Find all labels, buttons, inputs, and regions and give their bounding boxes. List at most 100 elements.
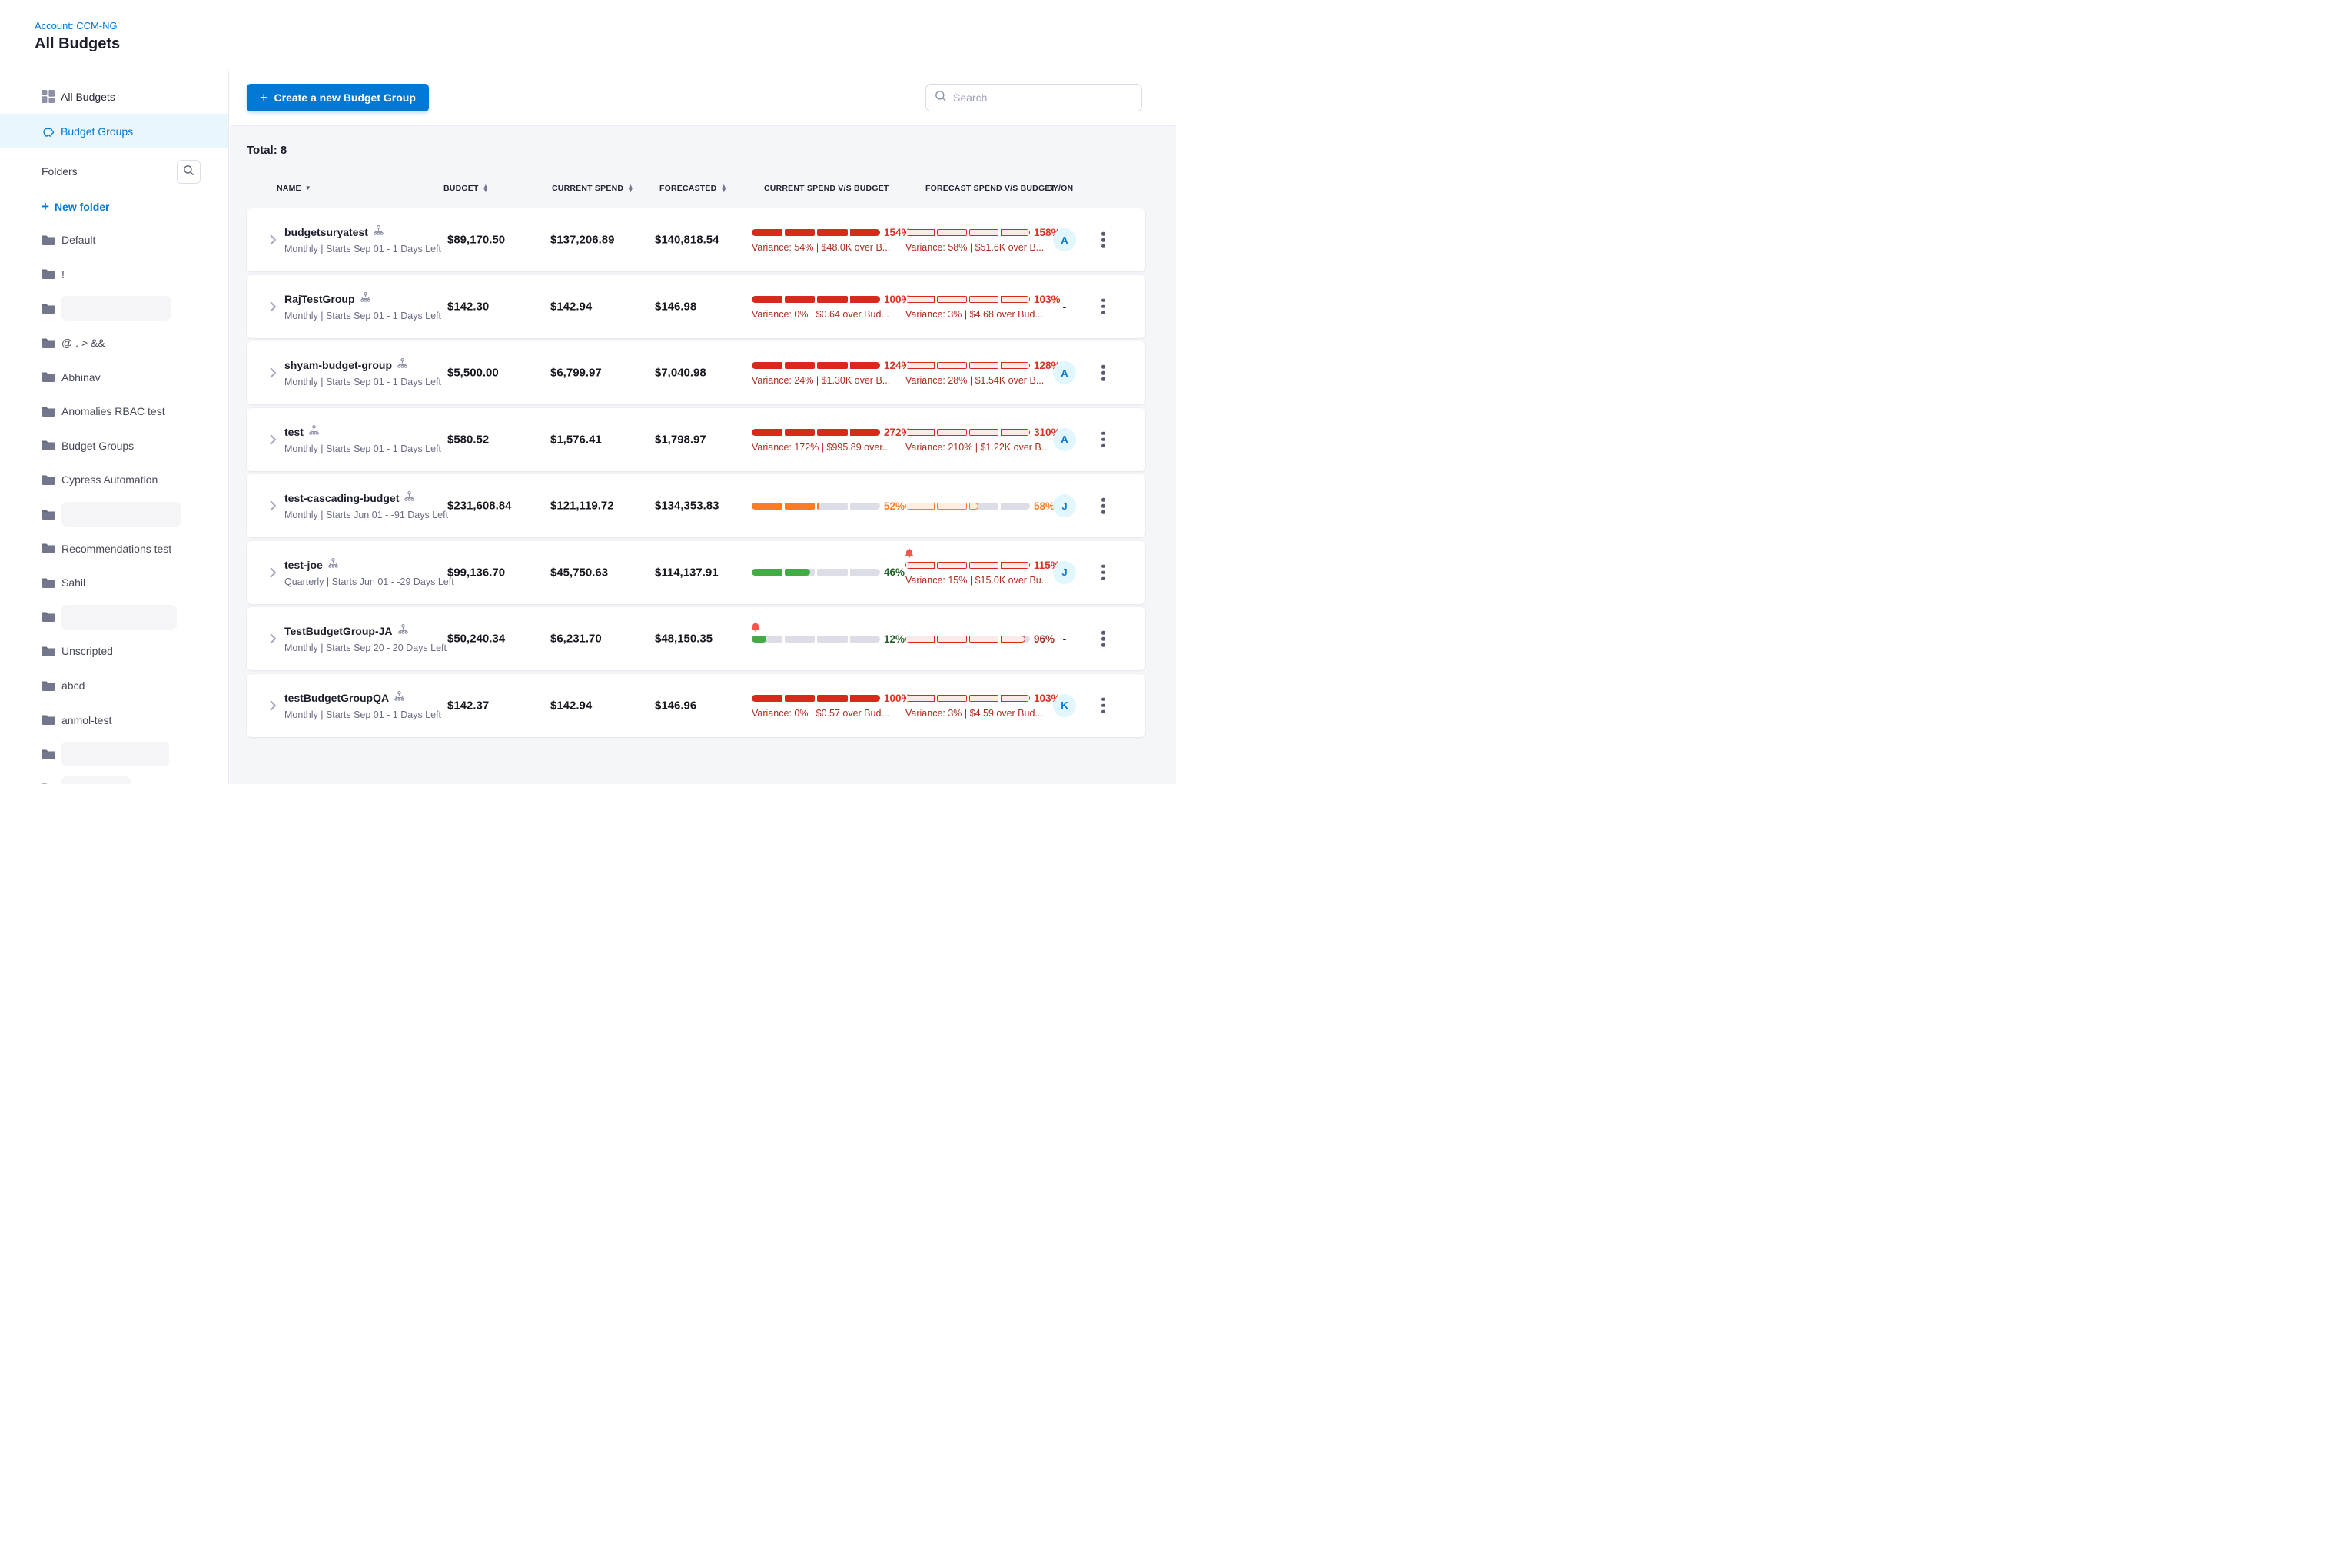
table-row[interactable]: testBudgetGroupQA Monthly | Starts Sep 0…	[247, 674, 1145, 737]
table-row[interactable]: test Monthly | Starts Sep 01 - 1 Days Le…	[247, 408, 1145, 471]
budget-group-name[interactable]: test-joe	[284, 559, 323, 571]
expand-chevron-icon[interactable]	[270, 700, 277, 711]
current-spend-value: $6,231.70	[550, 633, 602, 646]
column-header-budget[interactable]: BUDGET▲▼	[443, 184, 489, 193]
table-row[interactable]: RajTestGroup Monthly | Starts Sep 01 - 1…	[247, 275, 1145, 338]
sidebar-item-budget-groups[interactable]: Budget Groups	[0, 114, 228, 148]
variance-text: Variance: 58% | $51.6K over B...	[905, 242, 1044, 253]
budget-group-name[interactable]: test-cascading-budget	[284, 492, 399, 504]
current-spend-value: $121,119.72	[550, 500, 614, 513]
progress-percent-label: 12%	[884, 633, 905, 645]
folder-item[interactable]: anmol-test	[0, 703, 228, 737]
owner-avatar: A	[1053, 361, 1076, 384]
search-input[interactable]	[953, 91, 1133, 104]
folder-item[interactable]: Recommendations test	[0, 531, 228, 566]
variance-text: Variance: 3% | $4.68 over Bud...	[905, 309, 1043, 320]
budget-group-name[interactable]: testBudgetGroupQA	[284, 692, 389, 704]
sidebar-item-all-budgets[interactable]: All Budgets	[0, 79, 228, 114]
column-header-forecasted[interactable]: FORECASTED▲▼	[659, 184, 727, 193]
budget-group-name[interactable]: test	[284, 426, 304, 438]
folder-name: Recommendations test	[61, 543, 171, 555]
current-spend-value: $45,750.63	[550, 566, 608, 579]
expand-chevron-icon[interactable]	[270, 234, 277, 245]
forecast-vs-budget-cell: 103% Variance: 3% | $4.68 over Bud...	[905, 275, 1059, 338]
account-breadcrumb-link[interactable]: Account: CCM-NG	[35, 20, 118, 32]
current-vs-budget-cell: 272% Variance: 172% | $995.89 over...	[752, 408, 905, 471]
row-menu-button[interactable]	[1095, 558, 1111, 586]
forecast-vs-budget-cell: 58%	[905, 474, 1059, 537]
expand-chevron-icon[interactable]	[270, 633, 277, 644]
folder-item[interactable]: Anomalies RBAC test	[0, 394, 228, 429]
row-menu-button[interactable]	[1095, 625, 1111, 653]
table-row[interactable]: TestBudgetGroup-JA Monthly | Starts Sep …	[247, 607, 1145, 670]
forecasted-value: $1,798.97	[655, 433, 706, 446]
table-row[interactable]: test-cascading-budget Monthly | Starts J…	[247, 474, 1145, 537]
budget-value: $5,500.00	[447, 367, 499, 380]
folder-item[interactable]: Budget Groups	[0, 429, 228, 463]
table-row[interactable]: budgetsuryatest Monthly | Starts Sep 01 …	[247, 208, 1145, 271]
progress-bar	[905, 695, 1030, 702]
name-cell: testBudgetGroupQA Monthly | Starts Sep 0…	[284, 691, 441, 720]
folder-name-redacted	[61, 605, 177, 630]
folder-item[interactable]: Abhinav	[0, 360, 228, 394]
expand-chevron-icon[interactable]	[270, 434, 277, 445]
sort-icon: ▲▼	[720, 184, 727, 193]
expand-chevron-icon[interactable]	[270, 301, 277, 312]
plus-icon: +	[42, 199, 49, 214]
new-folder-button[interactable]: + New folder	[0, 194, 228, 220]
folder-item[interactable]: Sahil	[0, 566, 228, 600]
sort-icon: ▲▼	[483, 184, 490, 193]
progress-percent-label: 52%	[884, 500, 905, 512]
row-menu-button[interactable]	[1095, 226, 1111, 254]
forecast-vs-budget-cell: 128% Variance: 28% | $1.54K over B...	[905, 341, 1059, 404]
table-row[interactable]: shyam-budget-group Monthly | Starts Sep …	[247, 341, 1145, 404]
row-menu-button[interactable]	[1095, 492, 1111, 520]
folder-item[interactable]	[0, 291, 228, 326]
column-header-current-spend[interactable]: CURRENT SPEND▲▼	[552, 184, 634, 193]
row-menu-button[interactable]	[1095, 691, 1111, 719]
budget-value: $99,136.70	[447, 566, 505, 579]
budget-group-name[interactable]: shyam-budget-group	[284, 359, 392, 371]
folder-icon	[42, 509, 55, 520]
folder-name: @ . > &&	[61, 337, 105, 349]
progress-bar	[752, 229, 880, 236]
row-menu-button[interactable]	[1095, 425, 1111, 453]
column-header-by-on: BY/ON	[1047, 184, 1073, 193]
create-budget-group-button[interactable]: + Create a new Budget Group	[247, 84, 429, 111]
row-menu-button[interactable]	[1095, 292, 1111, 321]
folder-item[interactable]	[0, 737, 228, 772]
forecasted-value: $146.96	[655, 699, 696, 712]
column-header-name[interactable]: NAME▼	[277, 184, 311, 193]
budget-group-name[interactable]: budgetsuryatest	[284, 226, 368, 238]
search-box[interactable]	[925, 84, 1142, 111]
folder-name: Sahil	[61, 576, 85, 589]
folder-item[interactable]: Cypress Automation	[0, 463, 228, 497]
owner-avatar: A	[1053, 228, 1076, 251]
folder-search-button[interactable]	[177, 160, 201, 184]
row-menu-button[interactable]	[1095, 359, 1111, 387]
folder-item[interactable]: abcd	[0, 669, 228, 703]
expand-chevron-icon[interactable]	[270, 500, 277, 511]
budget-group-name[interactable]: TestBudgetGroup-JA	[284, 625, 393, 637]
variance-text: Variance: 172% | $995.89 over...	[752, 442, 890, 453]
progress-bar	[905, 562, 1030, 569]
folder-name-redacted	[61, 502, 181, 527]
folder-item[interactable]: Default	[0, 223, 228, 257]
by-on-cell: J	[1041, 541, 1088, 604]
expand-chevron-icon[interactable]	[270, 367, 277, 378]
folder-item[interactable]	[0, 600, 228, 635]
folder-item[interactable]: !	[0, 257, 228, 292]
folder-item[interactable]	[0, 772, 228, 785]
budget-group-name[interactable]: RajTestGroup	[284, 293, 355, 305]
expand-chevron-icon[interactable]	[270, 567, 277, 578]
folder-item[interactable]: Unscripted	[0, 634, 228, 669]
hierarchy-icon	[328, 558, 338, 572]
folder-item[interactable]: @ . > &&	[0, 326, 228, 360]
forecasted-value: $114,137.91	[655, 566, 719, 579]
progress-bar	[752, 429, 880, 436]
folder-icon	[42, 406, 55, 417]
table-row[interactable]: test-joe Quarterly | Starts Jun 01 - -29…	[247, 541, 1145, 604]
by-on-cell: K	[1041, 674, 1088, 737]
folder-name: anmol-test	[61, 714, 111, 726]
folder-item[interactable]	[0, 497, 228, 532]
